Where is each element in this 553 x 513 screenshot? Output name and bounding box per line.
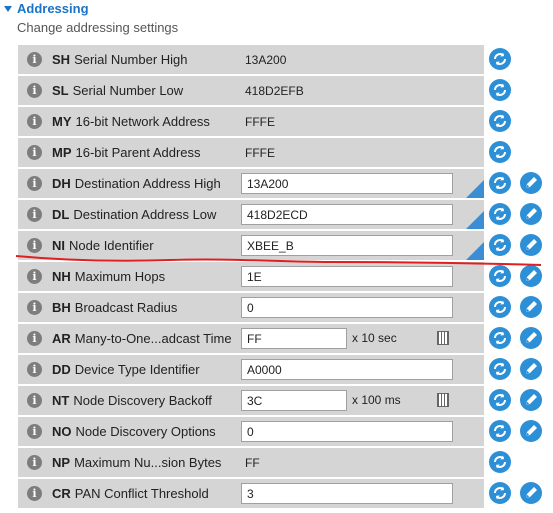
red-annotation-line <box>15 255 542 266</box>
